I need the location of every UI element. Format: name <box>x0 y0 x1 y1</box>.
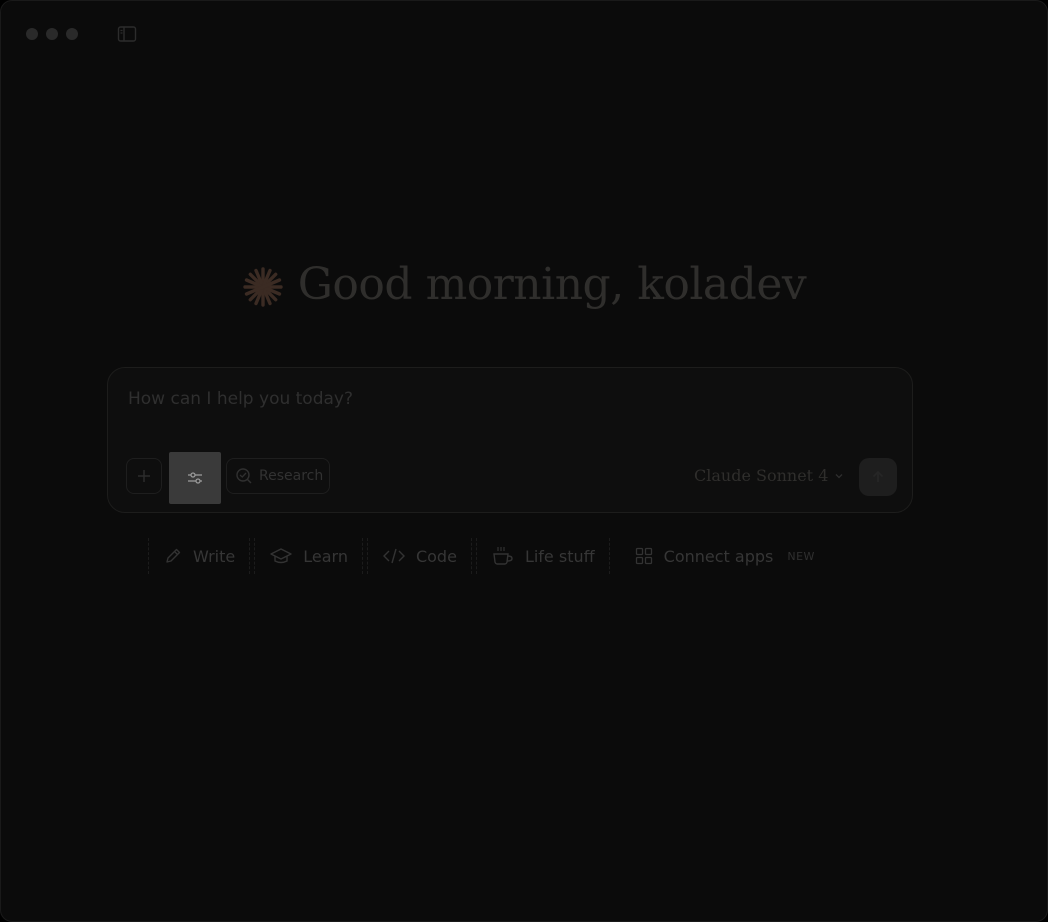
model-label: Claude Sonnet 4 <box>694 466 829 485</box>
suggestion-chips: Write Learn Code Life stuff Connect apps… <box>148 538 833 574</box>
maximize-window-button[interactable] <box>66 28 78 40</box>
grid-apps-icon <box>634 546 654 566</box>
suggestion-label: Write <box>193 546 236 566</box>
research-button[interactable]: Research <box>226 458 330 494</box>
greeting-text: Good morning, koladev <box>297 259 807 310</box>
sidebar-toggle-icon[interactable] <box>117 25 137 43</box>
suggestion-label: Code <box>415 546 457 566</box>
sliders-icon <box>186 470 204 486</box>
research-label: Research <box>259 468 324 484</box>
composer: Research Claude Sonnet 4 <box>107 367 913 513</box>
app-window: Good morning, koladev How can I help you… <box>0 0 1048 922</box>
suggestion-label: Life stuff <box>524 546 595 566</box>
suggestion-life-stuff[interactable]: Life stuff <box>475 538 610 574</box>
prompt-input[interactable] <box>126 386 830 412</box>
minimize-window-button[interactable] <box>46 28 58 40</box>
claude-spark-icon <box>242 266 284 308</box>
greeting: Good morning, koladev <box>1 259 1047 310</box>
suggestion-learn[interactable]: Learn <box>254 538 363 574</box>
chevron-down-icon <box>834 471 844 481</box>
new-badge: NEW <box>787 549 815 563</box>
coffee-cup-icon <box>491 545 515 567</box>
arrow-up-icon <box>870 469 886 485</box>
pencil-icon <box>163 546 183 566</box>
suggestion-label: Learn <box>303 546 348 566</box>
plus-icon <box>136 468 152 484</box>
research-icon <box>235 467 253 485</box>
suggestion-label: Connect apps <box>663 546 774 566</box>
tools-button[interactable] <box>169 452 221 504</box>
window-controls <box>26 28 78 40</box>
suggestion-write[interactable]: Write <box>148 538 251 574</box>
suggestion-code[interactable]: Code <box>366 538 472 574</box>
code-icon <box>382 546 406 566</box>
suggestion-connect-apps[interactable]: Connect apps NEW <box>620 538 829 574</box>
graduation-cap-icon <box>269 546 293 566</box>
send-button[interactable] <box>859 458 897 496</box>
add-content-button[interactable] <box>126 458 162 494</box>
close-window-button[interactable] <box>26 28 38 40</box>
model-selector[interactable]: Claude Sonnet 4 <box>694 466 844 485</box>
